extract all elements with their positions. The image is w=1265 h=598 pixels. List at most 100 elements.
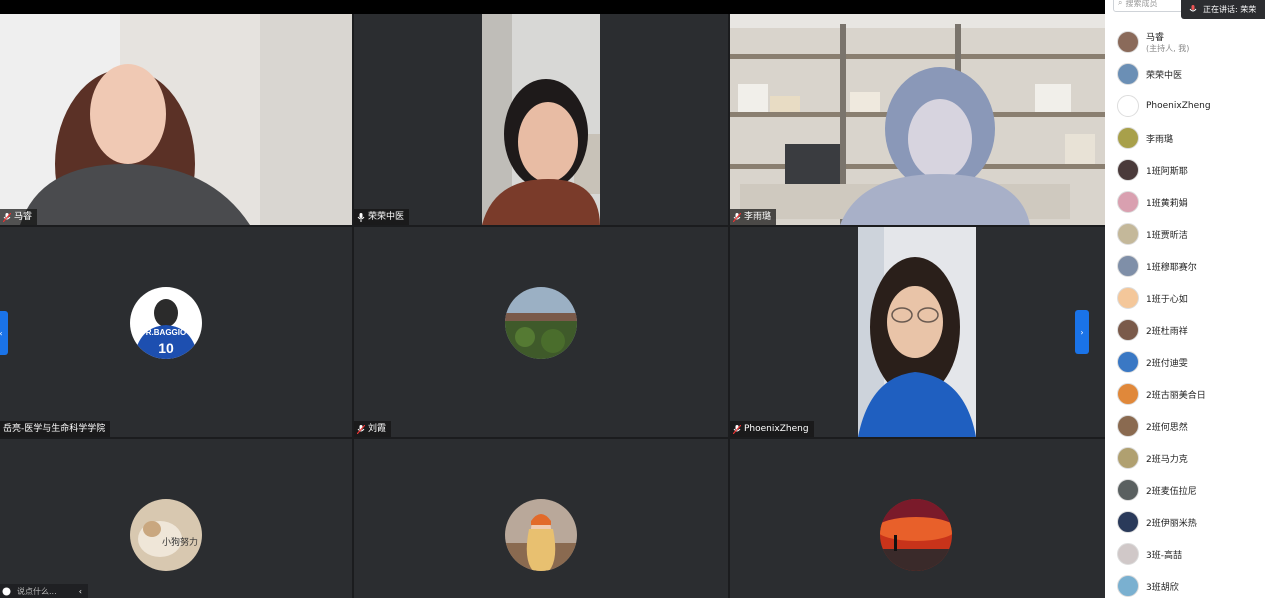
member-search-input[interactable]: ⌕ 搜索成员 <box>1113 0 1183 12</box>
video-tile-5[interactable]: 刘霞 <box>354 227 728 437</box>
participant-avatar <box>1117 383 1139 405</box>
participant-list-name: 荣荣中医 <box>1146 70 1183 81</box>
participant-name: 荣荣中医 <box>368 212 405 222</box>
mic-muted-icon <box>357 424 365 434</box>
participant-avatar: R.BAGGIO 10 <box>130 287 202 359</box>
participant-name: 刘霞 <box>368 424 387 434</box>
participant-name: 马睿 <box>14 212 33 222</box>
participant-list-item[interactable]: 2班马力克 <box>1105 442 1265 474</box>
speaking-indicator: 正在讲话: 荣荣 <box>1181 0 1265 19</box>
participant-list-item[interactable]: 1班穆耶赛尔 <box>1105 250 1265 282</box>
participant-avatar <box>1117 479 1139 501</box>
video-feed <box>354 14 728 225</box>
chat-input-bar[interactable]: 说点什么... ‹ <box>0 584 88 598</box>
participant-avatar <box>1117 255 1139 277</box>
participant-name: 岳亮-医学与生命科学学院 <box>3 424 106 434</box>
participant-list-name: 2班麦伍拉尼 <box>1146 486 1197 497</box>
participant-list-name: 1班穆耶赛尔 <box>1146 262 1197 273</box>
participant-list-name: 3班-高喆 <box>1146 550 1182 561</box>
search-icon: ⌕ <box>1118 0 1123 7</box>
video-tile-7[interactable]: 小狗努力 说点什么... ‹ <box>0 439 352 598</box>
participant-list-item[interactable]: 1班于心如 <box>1105 282 1265 314</box>
participant-list-item[interactable]: 2班付迪雯 <box>1105 346 1265 378</box>
participant-avatar: 小狗努力 <box>130 499 202 571</box>
video-tile-3[interactable]: 李雨璐 <box>730 14 1105 225</box>
participants-panel: ⌕ 搜索成员 正在讲话: 荣荣 马睿 (主持人, 我) 荣荣中医 PhoenixZhe… <box>1105 0 1265 598</box>
chat-icon <box>2 587 11 595</box>
participant-avatar <box>1117 95 1139 117</box>
mic-icon <box>357 212 365 222</box>
participant-list-name: 1班于心如 <box>1146 294 1188 305</box>
participant-list-item[interactable]: 2班古丽美合日 <box>1105 378 1265 410</box>
participant-list-item[interactable]: 荣荣中医 <box>1105 58 1265 90</box>
participant-name: 李雨璐 <box>744 212 772 222</box>
prev-page-button[interactable]: ‹ <box>0 311 8 355</box>
participant-list-item[interactable]: 2班何思然 <box>1105 410 1265 442</box>
participant-list-item[interactable]: 2班麦伍拉尼 <box>1105 474 1265 506</box>
search-placeholder: 搜索成员 <box>1125 0 1158 8</box>
participant-avatar <box>505 499 577 571</box>
participant-list-name: 2班何思然 <box>1146 422 1188 433</box>
participant-list-item[interactable]: 2班杜雨祥 <box>1105 314 1265 346</box>
video-grid: 马睿 荣荣中医 李雨璐 R.BAGGIO 10 岳亮-医学与生命科学学院 刘霞 … <box>0 14 1105 598</box>
participant-name-tag: 李雨璐 <box>730 209 777 225</box>
participant-avatar <box>1117 127 1139 149</box>
speaking-label: 正在讲话: 荣荣 <box>1203 5 1257 14</box>
video-feed <box>730 14 1105 225</box>
collapse-chevron-icon[interactable]: ‹ <box>79 587 88 596</box>
participant-avatar <box>1117 447 1139 469</box>
participant-avatar <box>1117 575 1139 597</box>
video-tile-9[interactable] <box>730 439 1105 598</box>
participant-avatar <box>1117 31 1139 53</box>
participant-avatar <box>1117 287 1139 309</box>
video-tile-8[interactable] <box>354 439 728 598</box>
video-feed <box>0 14 352 225</box>
avatar-text: 小狗努力 <box>162 536 198 547</box>
participant-list-item[interactable]: 1班贾昕洁 <box>1105 218 1265 250</box>
participant-list-name: 2班杜雨祥 <box>1146 326 1188 337</box>
video-tile-4[interactable]: R.BAGGIO 10 岳亮-医学与生命科学学院 <box>0 227 352 437</box>
participant-avatar <box>1117 319 1139 341</box>
participant-role: (主持人, 我) <box>1146 44 1190 53</box>
participant-list-name: 1班阿斯耶 <box>1146 166 1188 177</box>
participant-list-name: 2班付迪雯 <box>1146 358 1188 369</box>
participant-list-item[interactable]: 李雨璐 <box>1105 122 1265 154</box>
video-tile-2[interactable]: 荣荣中医 <box>354 14 728 225</box>
participant-list-item[interactable]: 3班-高喆 <box>1105 538 1265 570</box>
participant-avatar <box>1117 543 1139 565</box>
participant-list-item[interactable]: 马睿 (主持人, 我) <box>1105 26 1265 58</box>
participant-name: PhoenixZheng <box>744 424 809 434</box>
chat-placeholder: 说点什么... <box>17 586 57 596</box>
participant-avatar <box>505 287 577 359</box>
video-feed <box>730 227 1105 437</box>
participant-list-name: PhoenixZheng <box>1146 101 1211 111</box>
participant-list-item[interactable]: 1班阿斯耶 <box>1105 154 1265 186</box>
mic-muted-icon <box>733 212 741 222</box>
participant-name-tag: PhoenixZheng <box>730 421 814 437</box>
mic-muted-icon <box>733 424 741 434</box>
participant-list-item[interactable]: PhoenixZheng <box>1105 90 1265 122</box>
participant-avatar <box>1117 415 1139 437</box>
participant-avatar <box>1117 223 1139 245</box>
participant-name-tag: 荣荣中医 <box>354 209 410 225</box>
next-page-button[interactable]: › <box>1075 310 1089 354</box>
participant-list-name: 3班胡欣 <box>1146 582 1179 593</box>
avatar-text: R.BAGGIO <box>146 328 186 337</box>
participant-name-tag: 马睿 <box>0 209 38 225</box>
participant-avatar <box>1117 63 1139 85</box>
participant-list-name: 1班贾昕洁 <box>1146 230 1188 241</box>
top-bar <box>0 0 1105 14</box>
participant-avatar <box>1117 159 1139 181</box>
video-tile-6[interactable]: PhoenixZheng <box>730 227 1105 437</box>
participant-list-name: 李雨璐 <box>1146 134 1174 145</box>
participant-list-item[interactable]: 2班伊丽米热 <box>1105 506 1265 538</box>
participant-list-item[interactable]: 1班黄莉娟 <box>1105 186 1265 218</box>
participant-avatar <box>1117 511 1139 533</box>
participant-name-tag: 岳亮-医学与生命科学学院 <box>0 421 111 437</box>
participant-list-item[interactable]: 3班胡欣 <box>1105 570 1265 598</box>
video-tile-1[interactable]: 马睿 <box>0 14 352 225</box>
participant-list-name: 马睿 <box>1146 33 1165 43</box>
participant-list: 马睿 (主持人, 我) 荣荣中医 PhoenixZheng 李雨璐 1班阿斯耶 1班黄莉娟 1… <box>1105 26 1265 598</box>
participant-list-name: 1班黄莉娟 <box>1146 198 1188 209</box>
speaker-mic-icon <box>1189 5 1197 12</box>
